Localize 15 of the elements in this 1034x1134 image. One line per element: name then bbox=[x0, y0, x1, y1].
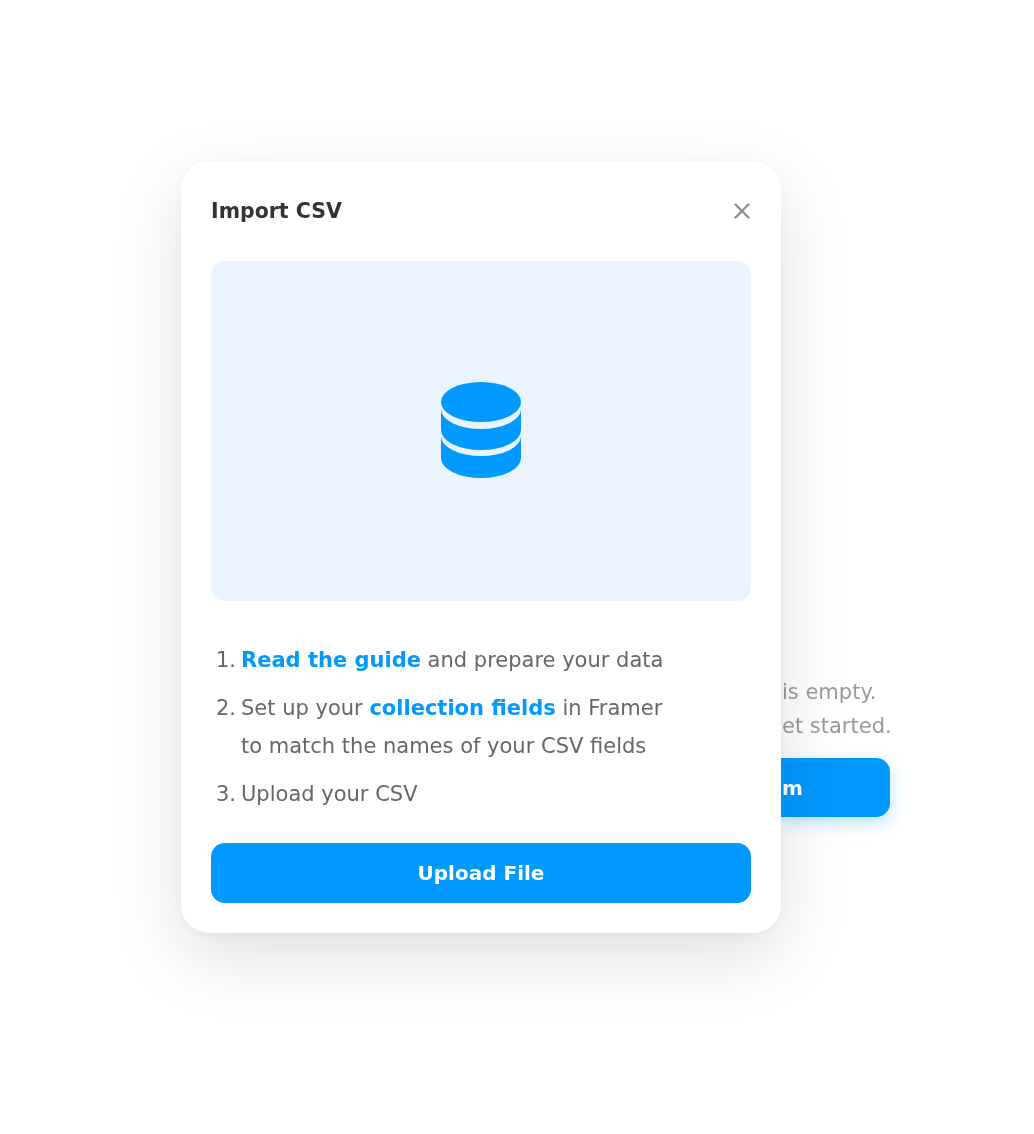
primary-button[interactable]: m bbox=[781, 758, 890, 817]
upload-button[interactable]: Upload File bbox=[211, 843, 751, 903]
empty-state-text: et started. bbox=[782, 713, 892, 740]
step-text: Read the guide and prepare your data bbox=[241, 647, 665, 674]
step-number: 2. bbox=[214, 695, 236, 722]
step-text: Set up your collection fields in Framer to match the names of your CSV fields bbox=[241, 695, 664, 760]
step-text: Upload your CSV bbox=[241, 781, 419, 808]
empty-state-text: is empty. bbox=[782, 679, 877, 706]
database-icon bbox=[441, 382, 521, 478]
step-number: 3. bbox=[214, 781, 236, 808]
step-number: 1. bbox=[214, 647, 236, 674]
dialog-title: Import CSV bbox=[211, 198, 342, 225]
close-icon[interactable] bbox=[734, 203, 750, 219]
text-link[interactable]: collection fields bbox=[369, 696, 556, 720]
text-link[interactable]: Read the guide bbox=[241, 648, 421, 672]
